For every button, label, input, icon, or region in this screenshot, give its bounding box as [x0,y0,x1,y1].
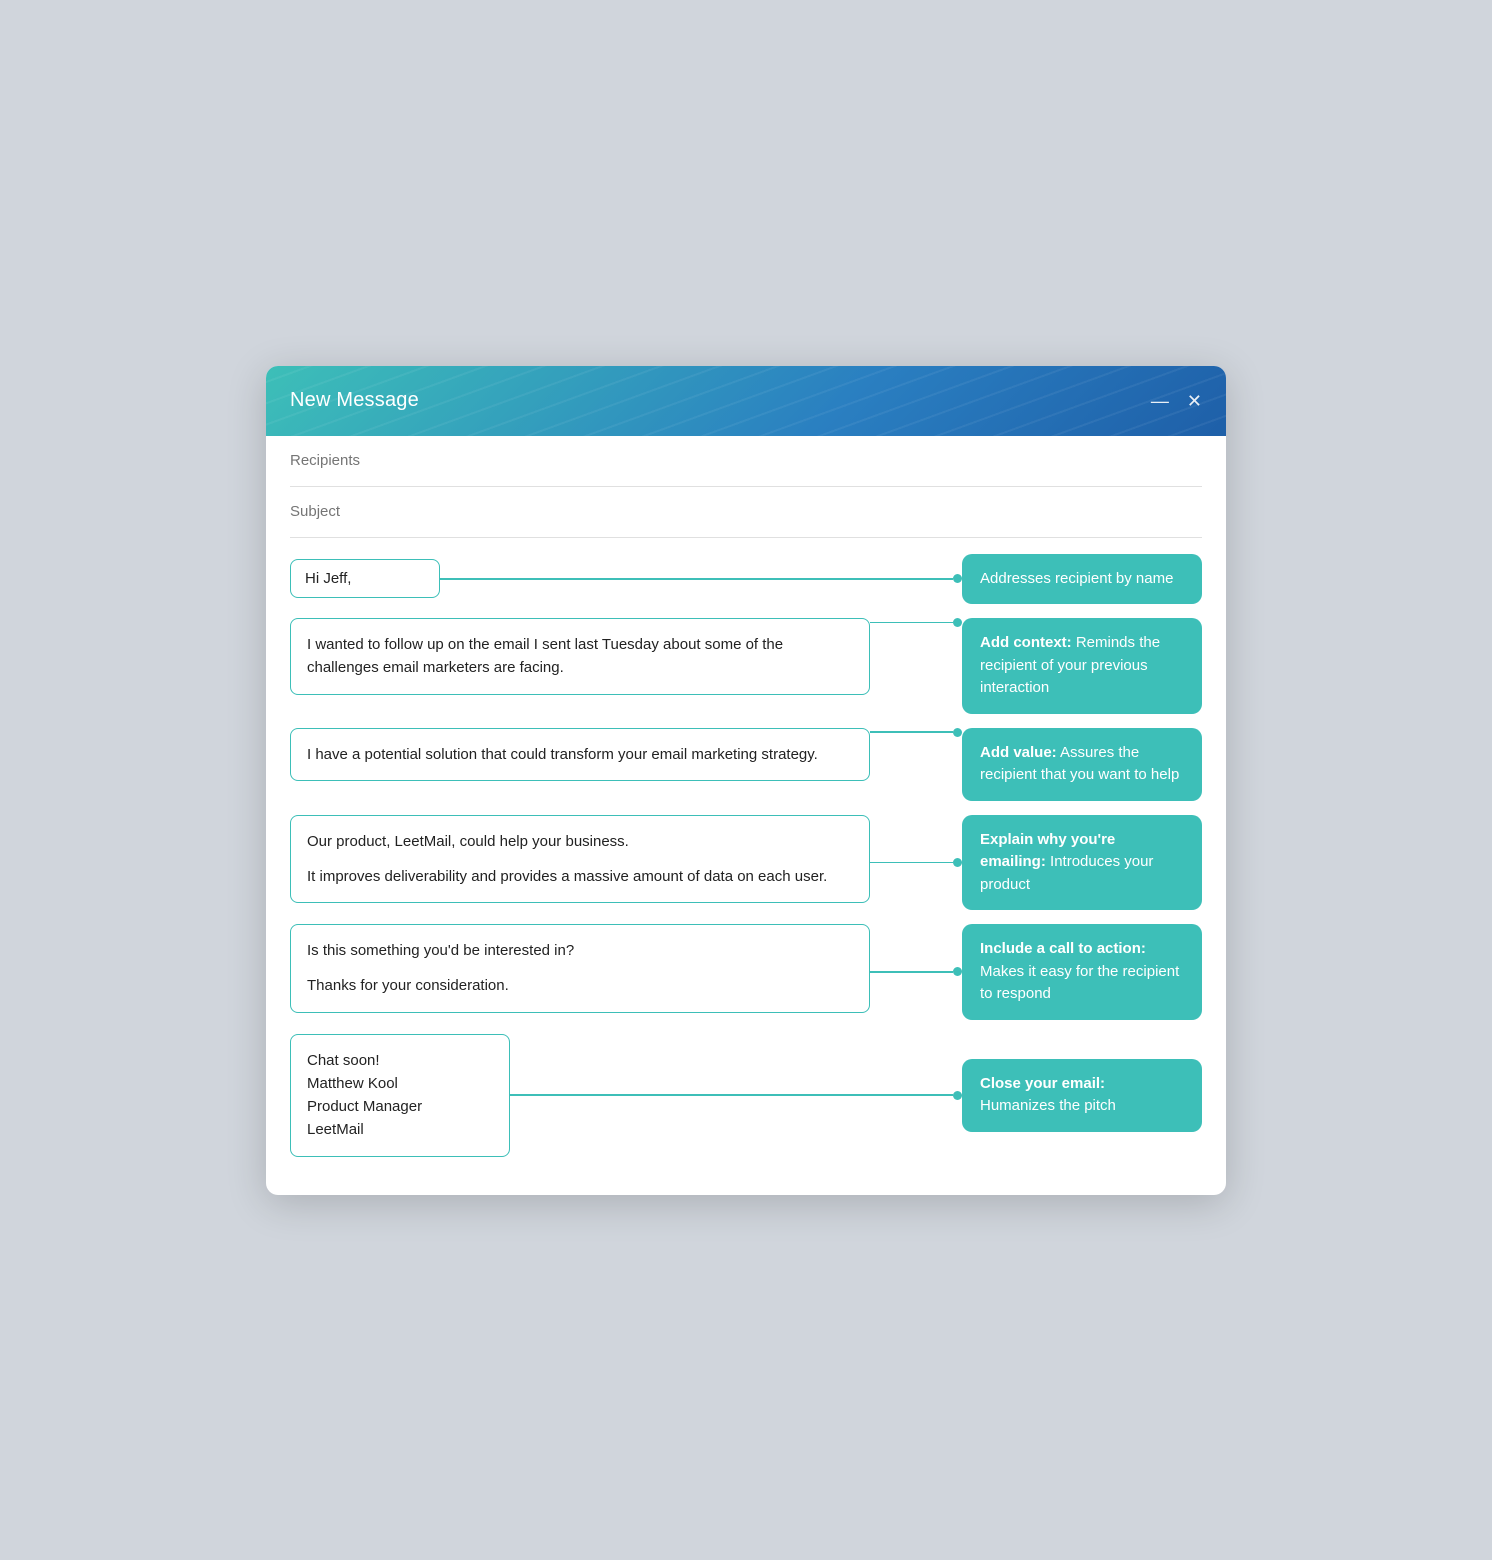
connector-line-body1 [870,622,953,624]
body1-block: I wanted to follow up on the email I sen… [290,618,870,695]
body-section: Hi Jeff, Addresses recipient by name I w… [290,538,1202,1171]
connector-dot-body2 [953,728,962,737]
recipients-input[interactable] [290,452,1202,469]
annotation-greeting-text: Addresses recipient by name [980,570,1173,587]
subject-input[interactable] [290,503,1202,520]
window-title: New Message [290,389,419,412]
compose-window: New Message — ✕ Hi Jeff, [266,366,1226,1195]
body2-block: I have a potential solution that could t… [290,728,870,781]
body3-row: Our product, LeetMail, could help your b… [290,815,1202,911]
connector-line-greeting [440,578,953,580]
annotation-cta-bold: Include a call to action: [980,940,1146,957]
greeting-connector [440,574,962,583]
body4-row: Is this something you'd be interested in… [290,924,1202,1020]
body2-connector [870,728,962,737]
annotation-context: Add context: Reminds the recipient of yo… [962,618,1202,714]
body1-text: I wanted to follow up on the email I sen… [307,636,783,676]
body4b-text: Thanks for your consideration. [307,974,853,997]
greeting-text: Hi Jeff, [305,570,351,587]
greeting-block: Hi Jeff, [290,559,440,598]
connector-line-body2 [870,731,953,733]
annotation-explain: Explain why you're emailing: Introduces … [962,815,1202,911]
body1-connector [870,618,962,627]
connector-line-sig [510,1094,953,1096]
body3-block: Our product, LeetMail, could help your b… [290,815,870,904]
annotation-value: Add value: Assures the recipient that yo… [962,728,1202,801]
body4-block: Is this something you'd be interested in… [290,924,870,1013]
signature-text: Chat soon! Matthew Kool Product Manager … [307,1052,422,1139]
annotation-greeting: Addresses recipient by name [962,554,1202,605]
connector-line-body3 [870,862,953,864]
annotation-context-bold: Add context: [980,634,1072,651]
body3-connector [870,858,962,867]
body3a-text: Our product, LeetMail, could help your b… [307,830,853,853]
annotation-cta-text: Makes it easy for the recipient to respo… [980,963,1179,1003]
annotation-close: Close your email: Humanizes the pitch [962,1059,1202,1132]
connector-dot-body1 [953,618,962,627]
annotation-close-bold: Close your email: [980,1075,1105,1092]
signature-block: Chat soon! Matthew Kool Product Manager … [290,1034,510,1157]
signature-connector [510,1091,962,1100]
connector-dot-sig [953,1091,962,1100]
greeting-row: Hi Jeff, Addresses recipient by name [290,554,1202,605]
signature-row: Chat soon! Matthew Kool Product Manager … [290,1034,1202,1157]
connector-dot-body4 [953,967,962,976]
body1-row: I wanted to follow up on the email I sen… [290,618,1202,714]
connector-dot-body3 [953,858,962,867]
annotation-value-bold: Add value: [980,744,1057,761]
close-button[interactable]: ✕ [1187,392,1202,410]
annotation-cta: Include a call to action: Makes it easy … [962,924,1202,1020]
connector-dot-greeting [953,574,962,583]
body4a-text: Is this something you'd be interested in… [307,939,853,962]
minimize-button[interactable]: — [1151,392,1169,410]
body3b-text: It improves deliverability and provides … [307,865,853,888]
recipients-row [290,436,1202,487]
body2-row: I have a potential solution that could t… [290,728,1202,801]
compose-area: Hi Jeff, Addresses recipient by name I w… [266,436,1226,1195]
connector-line-body4 [870,971,953,973]
body2-text: I have a potential solution that could t… [307,746,818,763]
subject-row [290,487,1202,538]
body4-connector [870,967,962,976]
annotation-close-text: Humanizes the pitch [980,1097,1116,1114]
window-controls: — ✕ [1151,392,1202,410]
titlebar: New Message — ✕ [266,366,1226,436]
